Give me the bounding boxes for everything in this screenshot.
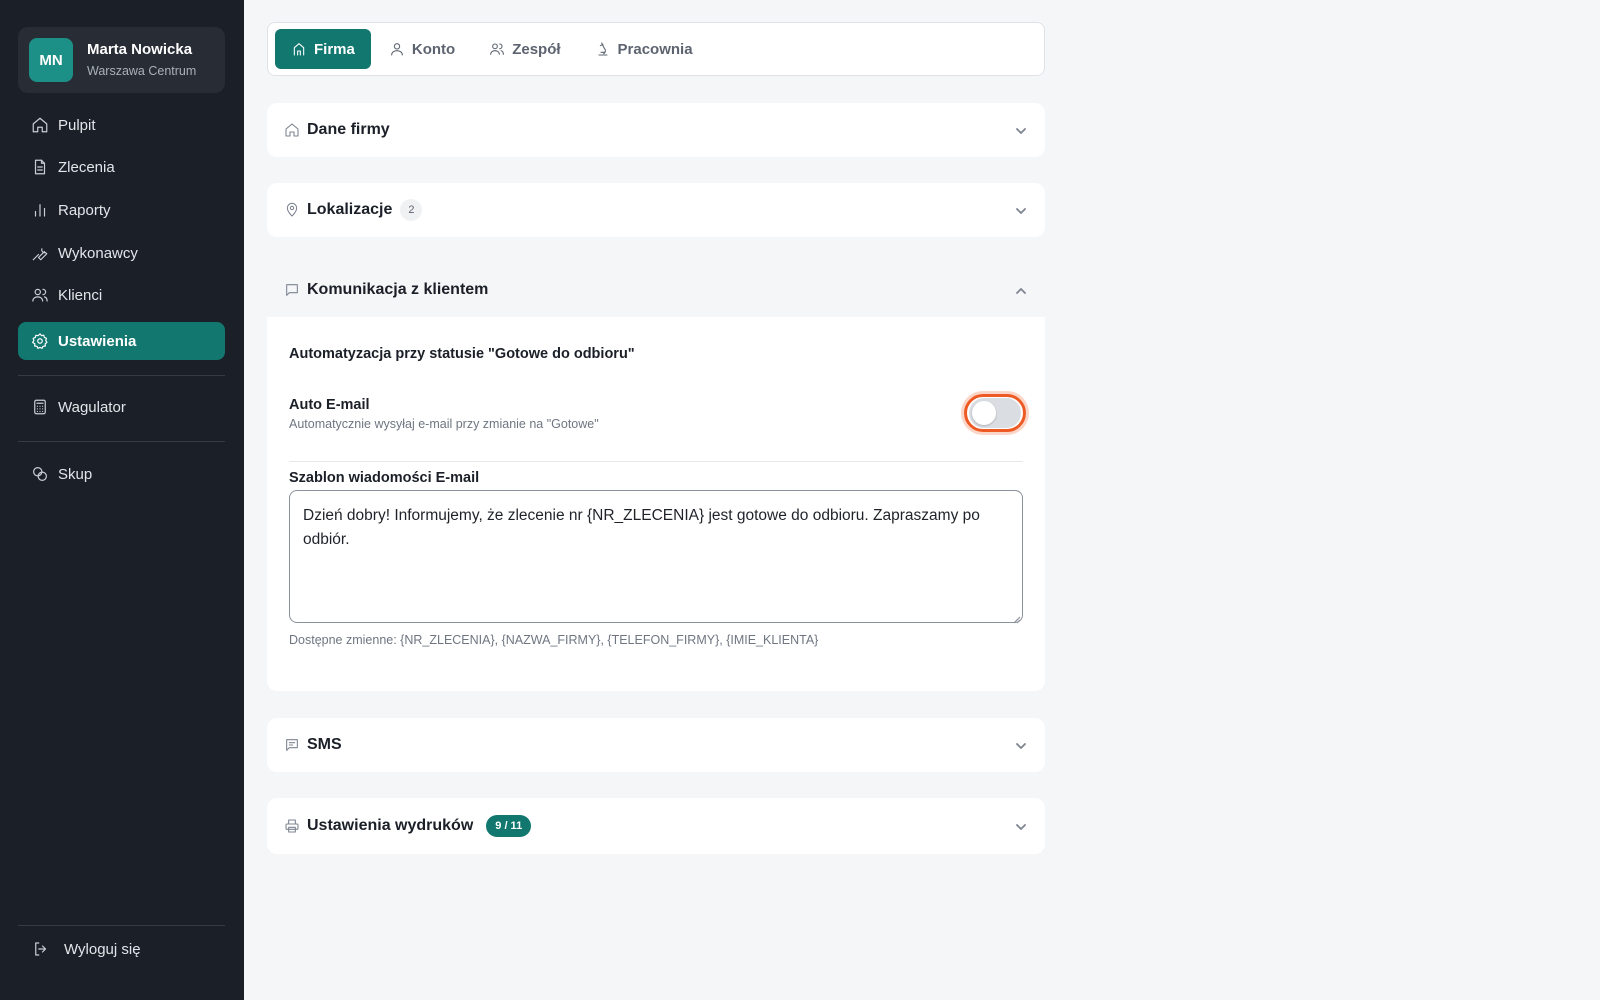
auto-email-toggle-focus-ring: [964, 394, 1026, 432]
message-icon: [284, 282, 300, 298]
user-location: Warszawa Centrum: [87, 64, 197, 78]
message-text-icon: [284, 737, 300, 753]
sidebar-item-label: Raporty: [58, 201, 111, 219]
home-icon: [284, 122, 300, 138]
section-dane-firmy: Dane firmy: [267, 103, 1045, 157]
section-header-sms[interactable]: SMS: [267, 718, 1045, 772]
printer-icon: [284, 818, 300, 834]
toggle-knob: [972, 401, 996, 425]
auto-email-description: Automatycznie wysyłaj e-mail przy zmiani…: [289, 417, 599, 431]
sidebar-divider: [18, 925, 225, 926]
template-variables-hint: Dostępne zmienne: {NR_ZLECENIA}, {NAZWA_…: [289, 633, 819, 647]
sidebar-item-klienci[interactable]: Klienci: [18, 276, 225, 314]
sidebar-item-ustawienia[interactable]: Ustawienia: [18, 322, 225, 360]
auto-email-label: Auto E-mail: [289, 397, 370, 413]
tab-label: Pracownia: [617, 40, 693, 58]
section-header-dane-firmy[interactable]: Dane firmy: [267, 103, 1045, 157]
section-title: Lokalizacje: [307, 201, 393, 218]
sidebar-item-wagulator[interactable]: Wagulator: [18, 388, 225, 426]
sidebar-item-label: Klienci: [58, 286, 103, 304]
chevron-down-icon: [1015, 739, 1027, 751]
tab-label: Konto: [411, 40, 456, 58]
tab-pracownia[interactable]: Pracownia: [579, 29, 709, 69]
email-template-label: Szablon wiadomości E-mail: [289, 470, 480, 486]
sidebar-item-label: Wagulator: [58, 398, 126, 416]
sidebar-item-raporty[interactable]: Raporty: [18, 191, 225, 229]
sidebar-item-label: Skup: [58, 465, 93, 483]
sidebar: MN Marta Nowicka Warszawa Centrum Pulpit…: [0, 0, 244, 1000]
user-name: Marta Nowicka: [87, 41, 193, 58]
sidebar-item-pulpit[interactable]: Pulpit: [18, 106, 225, 144]
tab-firma[interactable]: Firma: [275, 29, 371, 69]
section-body-komunikacja: Automatyzacja przy statusie "Gotowe do o…: [267, 317, 1045, 691]
tab-zespol[interactable]: Zespół: [473, 29, 576, 69]
count-badge: 2: [400, 199, 423, 221]
sidebar-item-wykonawcy[interactable]: Wykonawcy: [18, 234, 225, 272]
sidebar-item-zlecenia[interactable]: Zlecenia: [18, 148, 225, 186]
tab-label: Zespół: [512, 40, 561, 58]
section-title: Komunikacja z klientem: [307, 281, 489, 298]
section-sms: SMS: [267, 718, 1045, 772]
section-ustawienia-wydrukow: Ustawienia wydruków 9 / 11: [267, 798, 1045, 854]
section-lokalizacje: Lokalizacje 2: [267, 183, 1045, 237]
users-icon: [490, 43, 505, 55]
building-icon: [293, 43, 305, 56]
user-icon: [390, 43, 403, 56]
section-header-komunikacja[interactable]: Komunikacja z klientem: [267, 263, 1045, 317]
document-icon: [31, 158, 49, 176]
section-title: SMS: [307, 736, 342, 753]
auto-email-toggle[interactable]: [969, 398, 1021, 428]
user-profile-card[interactable]: MN Marta Nowicka Warszawa Centrum: [18, 27, 225, 93]
wrench-icon: [31, 244, 49, 262]
users-icon: [31, 286, 49, 304]
sidebar-item-label: Pulpit: [58, 116, 96, 134]
sidebar-item-skup[interactable]: Skup: [18, 455, 225, 493]
calculator-icon: [31, 398, 49, 416]
section-header-lokalizacje[interactable]: Lokalizacje 2: [267, 183, 1045, 237]
coins-icon: [31, 465, 49, 483]
logout-button[interactable]: Wyloguj się: [18, 930, 225, 968]
status-badge: 9 / 11: [486, 815, 532, 837]
microscope-icon: [597, 42, 608, 56]
chevron-down-icon: [1015, 124, 1027, 136]
sidebar-divider: [18, 441, 225, 442]
divider: [289, 461, 1023, 462]
tab-label: Firma: [314, 40, 355, 58]
tab-konto[interactable]: Konto: [373, 29, 471, 69]
section-title: Ustawienia wydruków: [307, 817, 474, 834]
gear-icon: [31, 332, 49, 350]
logout-label: Wyloguj się: [64, 940, 141, 958]
sidebar-item-label: Zlecenia: [58, 158, 115, 176]
sidebar-item-label: Ustawienia: [58, 332, 137, 350]
sidebar-item-label: Wykonawcy: [58, 244, 138, 262]
automation-heading: Automatyzacja przy statusie "Gotowe do o…: [289, 346, 635, 362]
section-title: Dane firmy: [307, 121, 390, 138]
logout-icon: [32, 940, 50, 958]
chevron-up-icon: [1015, 284, 1027, 296]
home-icon: [31, 116, 49, 134]
section-header-wydruki[interactable]: Ustawienia wydruków 9 / 11: [267, 798, 1045, 854]
avatar: MN: [29, 38, 73, 82]
sidebar-divider: [18, 375, 225, 376]
settings-tabs: Firma Konto Zespół Pracownia: [267, 22, 1045, 76]
bar-chart-icon: [31, 201, 49, 219]
map-pin-icon: [284, 202, 300, 218]
email-template-textarea[interactable]: Dzień dobry! Informujemy, że zlecenie nr…: [289, 490, 1023, 623]
chevron-down-icon: [1015, 820, 1027, 832]
resize-handle-icon[interactable]: [1011, 611, 1021, 624]
chevron-down-icon: [1015, 204, 1027, 216]
